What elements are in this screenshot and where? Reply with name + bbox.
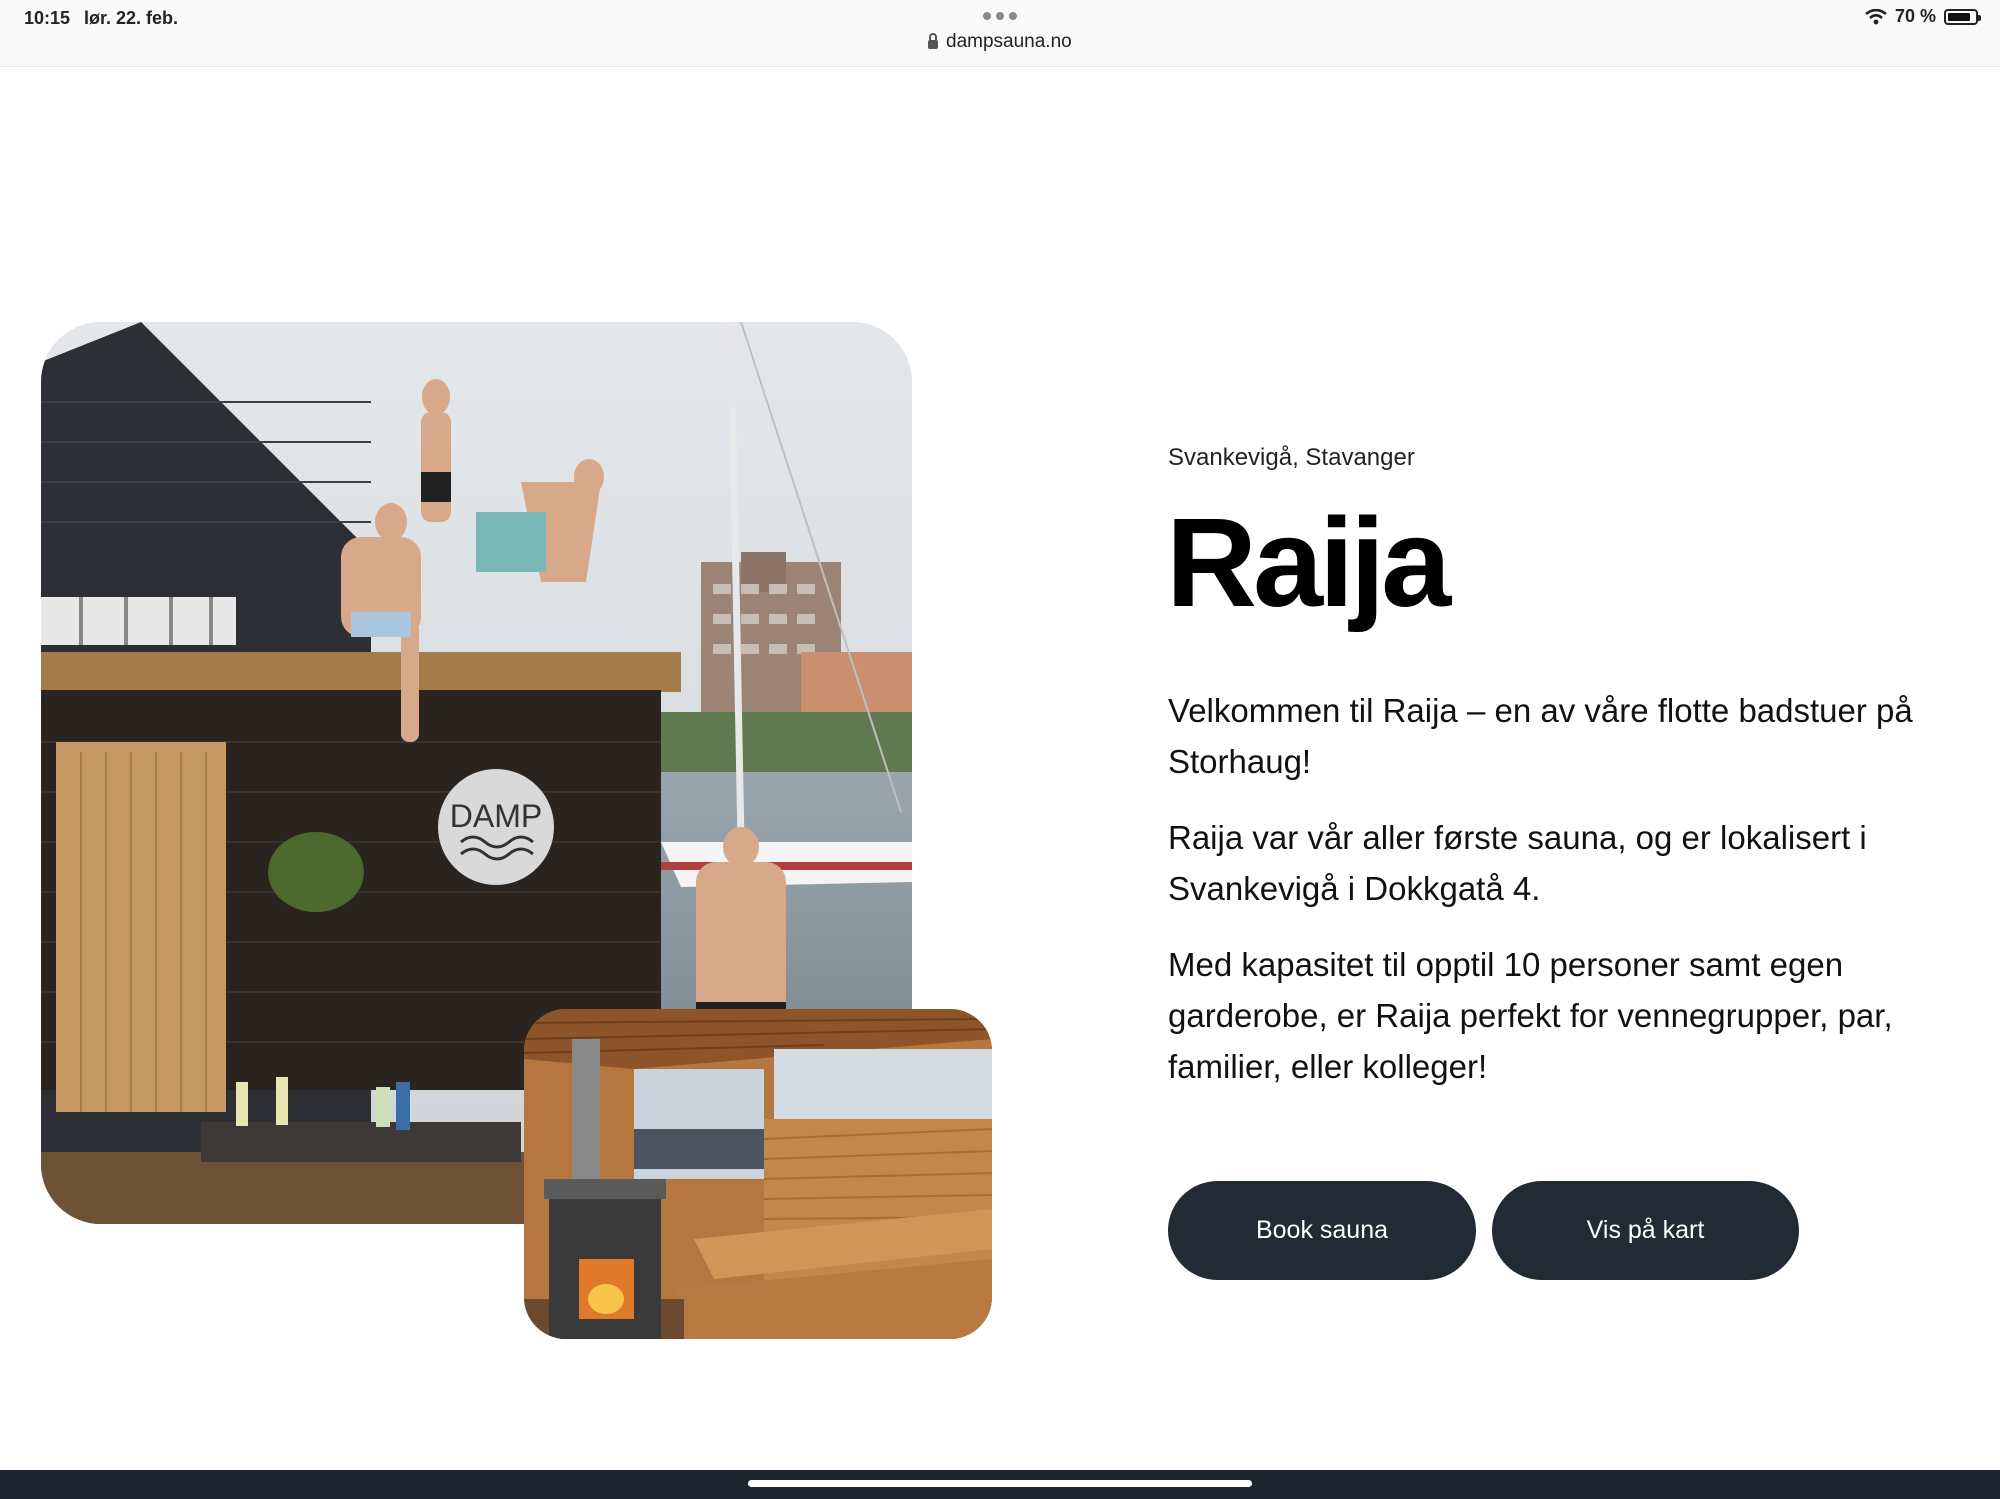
location-paragraph: Raija var vår aller første sauna, og er … bbox=[1168, 819, 1867, 907]
home-indicator[interactable] bbox=[748, 1480, 1252, 1487]
page-title: Raija bbox=[1166, 492, 1451, 633]
more-dots-icon[interactable] bbox=[983, 12, 1017, 20]
capacity-paragraph: Med kapasitet til opptil 10 personer sam… bbox=[1168, 946, 1893, 1085]
location-label: Svankevigå, Stavanger bbox=[1168, 444, 1415, 471]
damp-logo-text: DAMP bbox=[450, 798, 542, 834]
date: lør. 22. feb. bbox=[84, 8, 179, 28]
sauna-interior-photo bbox=[524, 1009, 992, 1339]
lock-icon bbox=[928, 32, 938, 49]
status-bar: 10:15 lør. 22. feb. dampsauna.no 70 % bbox=[0, 0, 2000, 67]
status-indicators: 70 % bbox=[1865, 6, 1981, 27]
address-bar[interactable]: dampsauna.no bbox=[928, 31, 1072, 53]
url-text: dampsauna.no bbox=[946, 31, 1072, 52]
battery-icon bbox=[1944, 8, 1981, 25]
intro-paragraph: Velkommen til Raija – en av våre flotte … bbox=[1168, 692, 1913, 780]
show-on-map-button[interactable]: Vis på kart bbox=[1492, 1181, 1799, 1280]
book-sauna-button[interactable]: Book sauna bbox=[1168, 1181, 1476, 1280]
wifi-icon bbox=[1865, 8, 1887, 24]
clock: 10:15 bbox=[24, 8, 71, 28]
battery-percent: 70 % bbox=[1894, 6, 1936, 26]
